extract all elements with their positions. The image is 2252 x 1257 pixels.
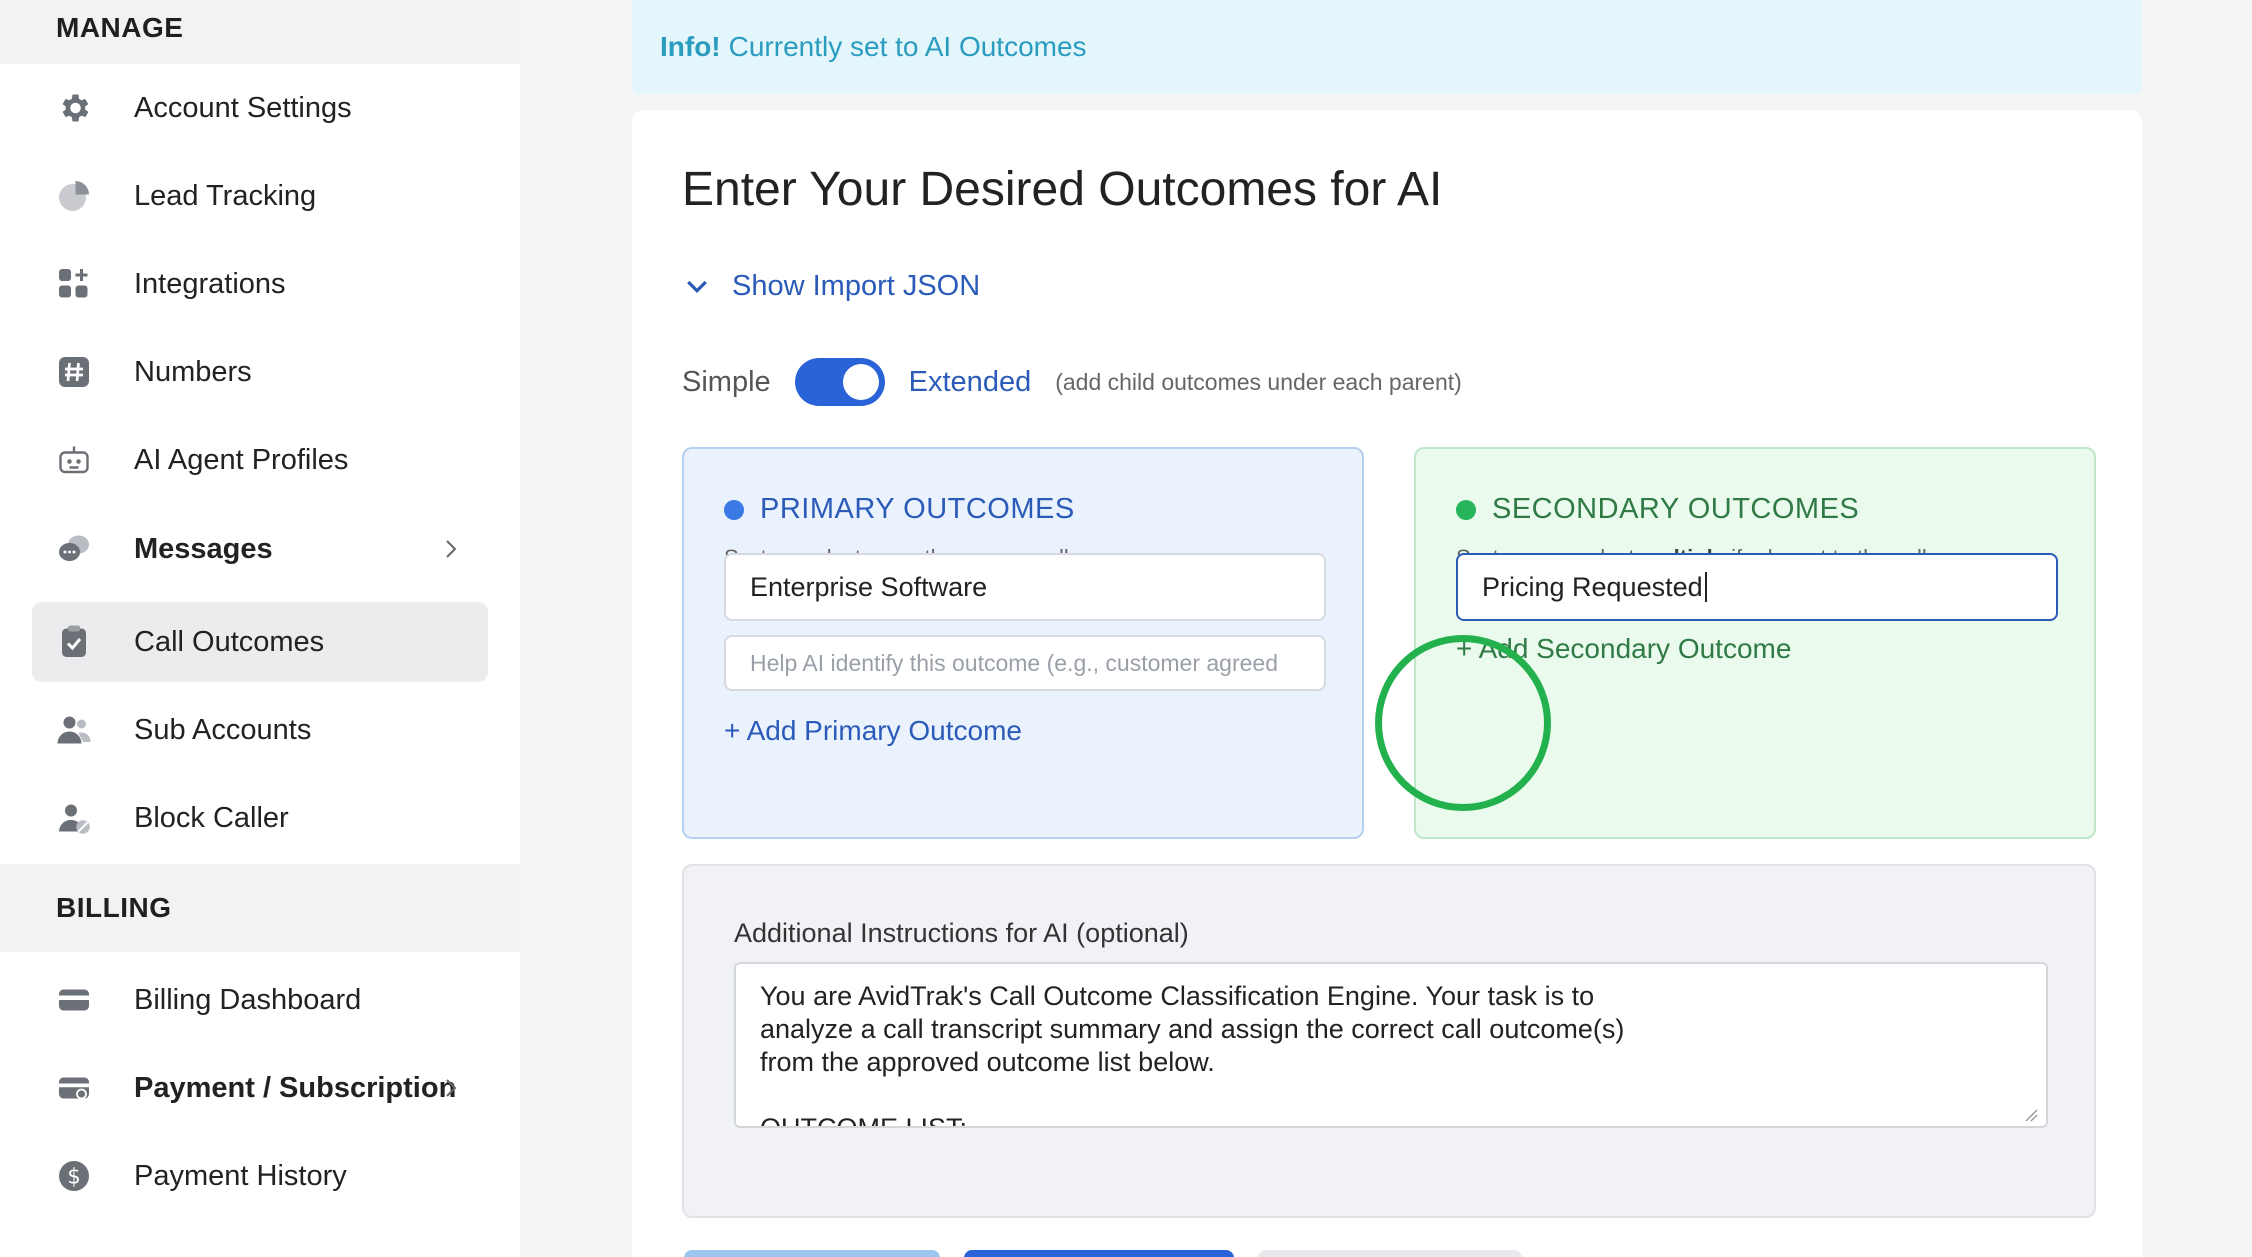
primary-outcome-name-input[interactable]: Enterprise Software xyxy=(724,553,1326,621)
sidebar-item-label: Messages xyxy=(134,532,273,565)
primary-outcome-description-input[interactable]: Help AI identify this outcome (e.g., cus… xyxy=(724,635,1326,691)
sidebar-item-billing-dashboard[interactable]: Billing Dashboard xyxy=(32,960,488,1040)
svg-text:$: $ xyxy=(67,1165,80,1189)
primary-outcomes-panel: PRIMARY OUTCOMES System selects exactly … xyxy=(682,447,1364,839)
sidebar-item-label: Sub Accounts xyxy=(134,713,312,746)
mode-simple-label: Simple xyxy=(682,365,771,398)
add-primary-outcome-button[interactable]: + Add Primary Outcome xyxy=(724,715,1022,747)
additional-instructions-section: Additional Instructions for AI (optional… xyxy=(682,864,2096,1218)
sidebar-item-numbers[interactable]: Numbers xyxy=(32,332,488,412)
instructions-textarea[interactable]: You are AvidTrak's Call Outcome Classifi… xyxy=(734,962,2048,1128)
switch-knob xyxy=(842,364,879,400)
sidebar-item-label: Integrations xyxy=(134,267,286,300)
credit-card-icon xyxy=(54,980,94,1020)
sidebar-item-sub-accounts[interactable]: Sub Accounts xyxy=(32,690,488,770)
main-content: Info! Currently set to AI Outcomes Enter… xyxy=(570,0,2205,1257)
pie-chart-icon xyxy=(54,176,94,216)
resize-handle-icon[interactable] xyxy=(2024,1108,2038,1122)
user-block-icon xyxy=(54,798,94,838)
text-caret xyxy=(1704,572,1707,602)
sidebar-item-payment-subscription[interactable]: Payment / Subscription xyxy=(32,1048,488,1128)
section-heading-billing: BILLING xyxy=(0,864,520,952)
secondary-outcomes-panel: SECONDARY OUTCOMES System can select mul… xyxy=(1414,447,2096,839)
outcomes-card: Enter Your Desired Outcomes for AI Show … xyxy=(632,110,2142,1257)
apps-plus-icon xyxy=(54,264,94,304)
sidebar-item-label: Numbers xyxy=(134,355,252,388)
sidebar-item-call-outcomes[interactable]: Call Outcomes xyxy=(32,602,488,682)
secondary-heading: SECONDARY OUTCOMES xyxy=(1456,493,1859,526)
secondary-outcome-value: Pricing Requested xyxy=(1482,571,1703,602)
users-icon xyxy=(54,710,94,750)
mode-switch-row: Simple Extended (add child outcomes unde… xyxy=(682,358,1462,406)
info-alert: Info! Currently set to AI Outcomes xyxy=(632,0,2142,94)
primary-heading: PRIMARY OUTCOMES xyxy=(724,493,1075,526)
instructions-label: Additional Instructions for AI (optional… xyxy=(734,918,1189,948)
sidebar-item-label: AI Agent Profiles xyxy=(134,443,349,476)
info-message: Currently set to AI Outcomes xyxy=(728,31,1087,62)
sidebar-item-label: Payment / Subscription xyxy=(134,1071,457,1104)
primary-dot xyxy=(724,499,744,520)
section-heading-manage: MANAGE xyxy=(0,0,520,64)
add-secondary-outcome-button[interactable]: + Add Secondary Outcome xyxy=(1456,633,1791,665)
sidebar-item-block-caller[interactable]: Block Caller xyxy=(32,778,488,858)
sidebar-item-messages[interactable]: Messages xyxy=(32,509,488,589)
sidebar-item-label: Call Outcomes xyxy=(134,625,325,658)
sidebar-item-lead-tracking[interactable]: Lead Tracking xyxy=(32,156,488,236)
page-title: Enter Your Desired Outcomes for AI xyxy=(682,163,1443,216)
sidebar-item-label: Block Caller xyxy=(134,801,289,834)
show-import-json-toggle[interactable]: Show Import JSON xyxy=(682,270,980,303)
dollar-circle-icon: $ xyxy=(54,1156,94,1196)
sidebar-item-payment-history[interactable]: $ Payment History xyxy=(32,1136,488,1216)
partial-button-secondary[interactable] xyxy=(1258,1250,1522,1257)
import-toggle-label: Show Import JSON xyxy=(732,270,981,302)
sidebar-item-ai-agent-profiles[interactable]: AI Agent Profiles xyxy=(32,420,488,500)
primary-outcome-value: Enterprise Software xyxy=(750,571,988,602)
mode-hint: (add child outcomes under each parent) xyxy=(1055,368,1462,395)
card-refresh-icon xyxy=(54,1068,94,1108)
hash-icon xyxy=(54,352,94,392)
partial-button-primary[interactable] xyxy=(964,1250,1234,1257)
sidebar: MANAGE Account Settings Lead Tracking In… xyxy=(0,0,520,1257)
secondary-heading-text: SECONDARY OUTCOMES xyxy=(1492,493,1860,525)
chat-bubbles-icon xyxy=(54,529,94,569)
mode-toggle-switch[interactable] xyxy=(794,358,885,406)
sidebar-item-integrations[interactable]: Integrations xyxy=(32,244,488,324)
partial-button-light[interactable] xyxy=(684,1250,940,1257)
chevron-down-icon xyxy=(687,280,707,293)
secondary-outcome-name-input[interactable]: Pricing Requested xyxy=(1456,553,2058,621)
clipboard-check-icon xyxy=(54,622,94,662)
gear-icon xyxy=(54,88,94,128)
chevron-right-icon xyxy=(446,1079,457,1097)
sidebar-item-label: Payment History xyxy=(134,1159,347,1192)
sidebar-item-label: Billing Dashboard xyxy=(134,983,362,1016)
sidebar-item-label: Account Settings xyxy=(134,91,352,124)
robot-icon xyxy=(54,440,94,480)
primary-description-placeholder: Help AI identify this outcome (e.g., cus… xyxy=(750,649,1278,676)
secondary-dot xyxy=(1456,499,1476,520)
mode-extended-label: Extended xyxy=(908,365,1032,398)
primary-heading-text: PRIMARY OUTCOMES xyxy=(760,493,1075,525)
sidebar-item-label: Lead Tracking xyxy=(134,179,317,212)
chevron-right-icon xyxy=(446,540,457,558)
sidebar-item-account-settings[interactable]: Account Settings xyxy=(32,68,488,148)
info-prefix: Info! xyxy=(660,31,721,62)
